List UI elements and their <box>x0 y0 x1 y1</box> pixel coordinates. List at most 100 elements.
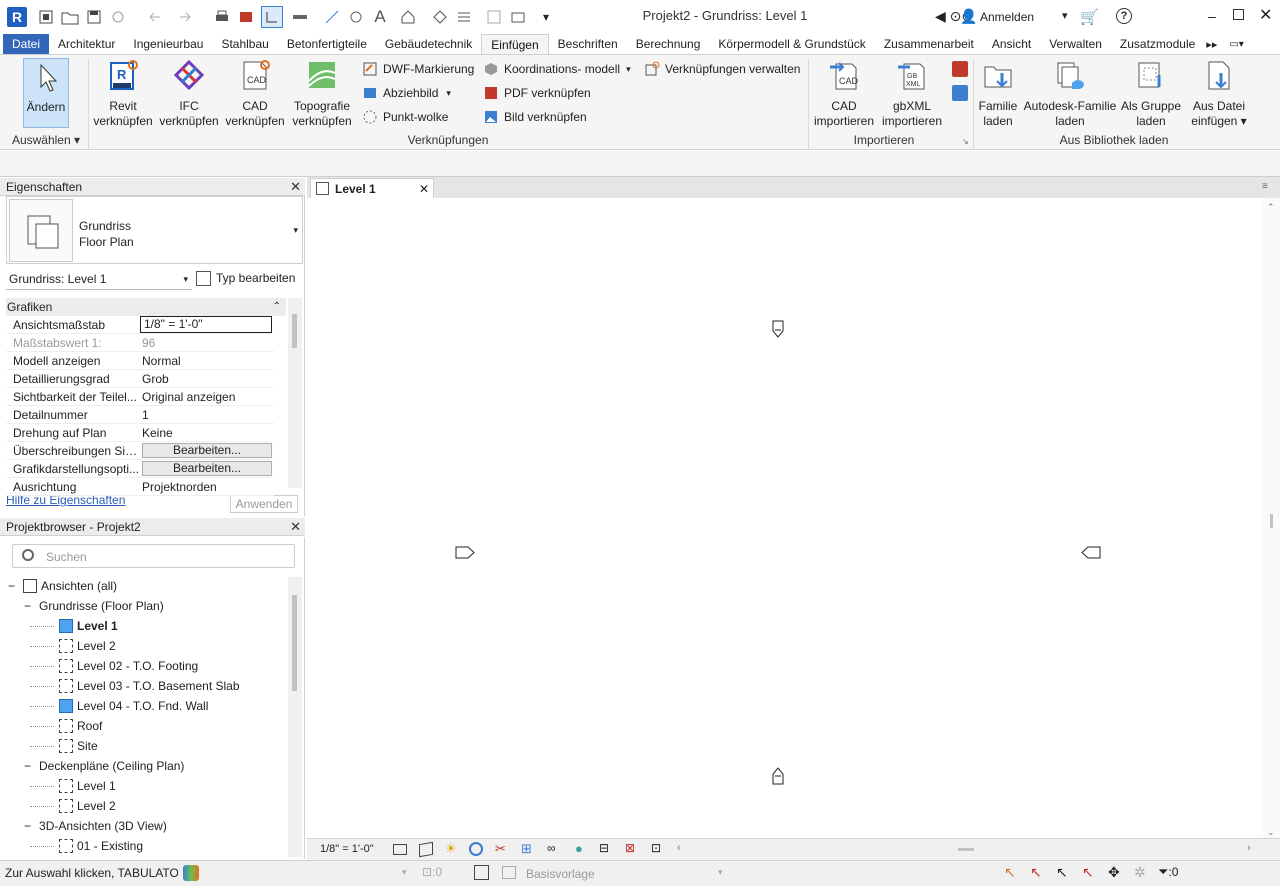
worksharing-icon[interactable]: ⊠ <box>625 841 635 855</box>
drag-elements-icon[interactable]: ✥ <box>1108 864 1120 881</box>
section-icon[interactable] <box>429 6 451 28</box>
cad-link-button[interactable]: CAD CAD verknüpfen <box>224 59 286 129</box>
tab-betonfertigteile[interactable]: Betonfertigteile <box>278 34 376 54</box>
decal-button[interactable]: Abziehbild ▾ <box>362 85 451 101</box>
topography-link-button[interactable]: Topografie verknüpfen <box>290 59 354 129</box>
collapse-minus-icon[interactable]: − <box>24 759 31 773</box>
insert-from-file-button[interactable]: Aus Datei einfügen ▾ <box>1188 59 1250 129</box>
tab-stahlbau[interactable]: Stahlbau <box>212 34 277 54</box>
tree-item-view[interactable]: Site <box>30 736 98 756</box>
edit-button[interactable]: Bearbeiten... <box>142 461 272 476</box>
tree-item-view[interactable]: 01 - Existing <box>30 836 143 856</box>
reveal-hidden-icon[interactable]: ● <box>575 841 583 856</box>
tree-group-floor-plans[interactable]: − Grundrisse (Floor Plan) <box>24 596 164 616</box>
select-mode-icon[interactable] <box>261 6 283 28</box>
tree-item-view[interactable]: Level 04 - T.O. Fnd. Wall <box>30 696 208 716</box>
tab-koerpermodell[interactable]: Körpermodell & Grundstück <box>709 34 874 54</box>
load-autodesk-family-button[interactable]: Autodesk-Familie laden <box>1022 59 1118 129</box>
properties-close-icon[interactable]: ✕ <box>290 178 301 196</box>
select-group-label[interactable]: Auswählen ▾ <box>10 133 82 147</box>
ifc-link-button[interactable]: IFC verknüpfen <box>158 59 220 129</box>
tree-group-3d-views[interactable]: −3D-Ansichten (3D View) <box>24 816 167 836</box>
select-underlay-icon[interactable]: ↖ <box>1030 864 1042 881</box>
template-dropdown-icon[interactable]: ▾ <box>718 867 723 878</box>
tab-berechnung[interactable]: Berechnung <box>627 34 710 54</box>
tab-einfuegen[interactable]: Einfügen <box>481 34 549 54</box>
modify-button[interactable]: Ändern <box>23 58 69 128</box>
tree-item-view[interactable]: Level 1 <box>30 776 116 796</box>
gbxml-import-button[interactable]: GB XML gbXML importieren <box>880 59 944 129</box>
load-family-button[interactable]: Familie laden <box>974 59 1022 129</box>
dwf-markup-button[interactable]: DWF-Markierung <box>362 61 474 77</box>
export-icon[interactable] <box>235 6 257 28</box>
tab-architektur[interactable]: Architektur <box>49 34 124 54</box>
tab-beschriften[interactable]: Beschriften <box>549 34 627 54</box>
tree-root-views[interactable]: − Ansichten (all) <box>8 576 117 596</box>
help-icon[interactable]: ? <box>1116 8 1132 24</box>
minimize-icon[interactable]: – <box>1208 8 1216 24</box>
dimension-icon[interactable] <box>321 6 343 28</box>
user-icon[interactable]: 👤 <box>960 8 977 25</box>
browser-search[interactable]: Suchen <box>12 544 295 568</box>
drawing-canvas[interactable]: ⌃ ⌄ <box>307 198 1280 840</box>
chevron-down-icon[interactable]: ▾ <box>1062 9 1068 22</box>
ribbon-minimize-icon[interactable]: ▭▾ <box>1229 39 1243 50</box>
tree-group-ceiling-plans[interactable]: − Deckenpläne (Ceiling Plan) <box>24 756 184 776</box>
collapse-minus-icon[interactable]: − <box>24 599 31 613</box>
design-options-icon[interactable] <box>474 865 489 880</box>
coordination-model-button[interactable]: Koordinations- modell ▾ <box>483 61 631 77</box>
tree-item-view[interactable]: Level 1 <box>30 616 118 636</box>
property-value[interactable]: 1/8" = 1'-0" <box>140 316 272 333</box>
property-value[interactable]: Grob <box>142 370 274 388</box>
load-as-group-button[interactable]: Als Gruppe laden <box>1118 59 1184 129</box>
measure-icon[interactable] <box>289 6 311 28</box>
sun-path-icon[interactable]: ☀ <box>445 841 457 857</box>
open-icon[interactable] <box>59 6 81 28</box>
constraints-icon[interactable]: ⊡ <box>651 841 661 855</box>
view-tab-menu-icon[interactable]: ≡ <box>1262 181 1268 192</box>
show-crop-icon[interactable]: ⊞ <box>521 841 532 857</box>
elevation-marker-west[interactable] <box>455 546 475 559</box>
pdf-link-button[interactable]: PDF verknüpfen <box>483 85 591 101</box>
workset-dropdown-icon[interactable]: ▾ <box>402 867 407 878</box>
tree-item-view[interactable]: Roof <box>30 716 102 736</box>
instance-selector[interactable]: Grundriss: Level 1 ▾ <box>6 268 192 290</box>
select-links-icon[interactable]: ↖ <box>1004 864 1016 881</box>
cad-import-button[interactable]: CAD CAD importieren <box>812 59 876 129</box>
properties-scrollbar[interactable] <box>288 298 302 488</box>
property-value[interactable]: Original anzeigen <box>142 388 274 406</box>
tab-gebaeudetechnik[interactable]: Gebäudetechnik <box>376 34 481 54</box>
apply-button[interactable]: Anwenden <box>230 495 298 513</box>
project-browser-close-icon[interactable]: ✕ <box>290 518 301 536</box>
graphics-section-header[interactable]: Grafiken ⌃ <box>6 298 286 316</box>
login-button[interactable]: Anmelden <box>980 10 1034 24</box>
manage-links-button[interactable]: Verknüpfungen verwalten <box>644 61 800 77</box>
view-vertical-scrollbar[interactable]: ⌃ ⌄ <box>1263 198 1280 840</box>
crop-view-icon[interactable]: ✂ <box>495 841 506 857</box>
edit-type-button[interactable]: Typ bearbeiten <box>196 271 295 287</box>
tab-ingenieurbau[interactable]: Ingenieurbau <box>124 34 212 54</box>
tab-datei[interactable]: Datei <box>3 34 50 54</box>
type-selector[interactable]: Grundriss Floor Plan ▾ <box>6 196 303 264</box>
view-tab-close-icon[interactable]: ✕ <box>419 179 429 199</box>
tab-ansicht[interactable]: Ansicht <box>983 34 1040 54</box>
property-value[interactable]: Keine <box>142 424 274 442</box>
redo-icon[interactable] <box>175 6 197 28</box>
collapse-minus-icon[interactable]: − <box>8 579 15 593</box>
tree-item-view[interactable]: Level 02 - T.O. Footing <box>30 656 198 676</box>
point-cloud-button[interactable]: Punkt-wolke <box>362 109 448 125</box>
select-by-face-icon[interactable]: ↖ <box>1082 864 1094 881</box>
revit-link-button[interactable]: R Revit verknüpfen <box>92 59 154 129</box>
tree-item-view[interactable]: Level 2 <box>30 636 116 656</box>
tab-zusammenarbeit[interactable]: Zusammenarbeit <box>875 34 983 54</box>
text-icon[interactable]: A <box>369 6 391 28</box>
tab-overflow-icon[interactable]: ▸▸ <box>1206 38 1217 51</box>
elevation-marker-north[interactable] <box>772 320 784 338</box>
type-dropdown-icon[interactable]: ▾ <box>293 225 298 236</box>
browser-scrollbar[interactable] <box>288 577 302 857</box>
edit-button[interactable]: Bearbeiten... <box>142 443 272 458</box>
property-value[interactable]: Projektnorden <box>142 478 274 496</box>
horizontal-scroll-left-icon[interactable]: ‹ <box>677 842 681 854</box>
property-value[interactable]: 1 <box>142 406 274 424</box>
tab-zusatzmodule[interactable]: Zusatzmodule <box>1111 34 1204 54</box>
